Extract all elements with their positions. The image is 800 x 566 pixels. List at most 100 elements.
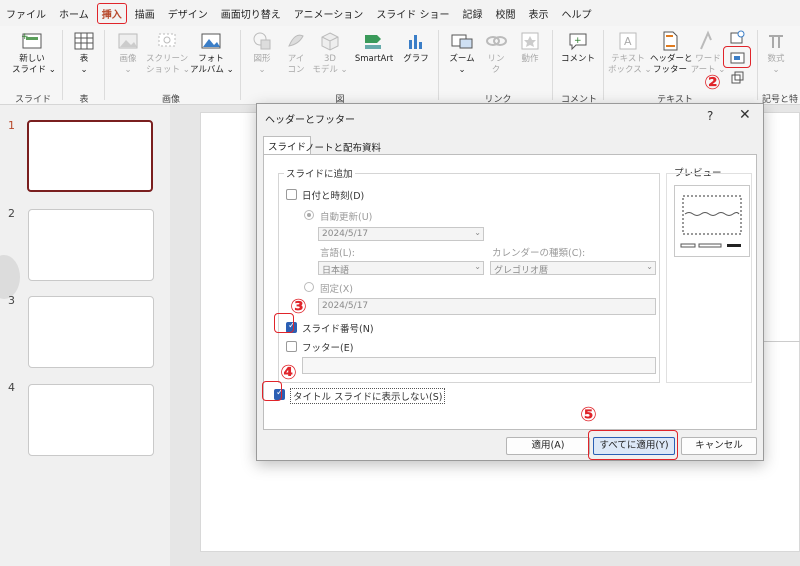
annotation-2: ② [704, 70, 721, 94]
ribbon-separator [757, 30, 758, 100]
svg-text:A: A [624, 35, 632, 48]
dont-show-on-title-label: タイトル スライドに表示しない(S) [290, 388, 446, 404]
highlight-dont-show-checkbox [262, 381, 282, 401]
comment-button[interactable]: + コメント [558, 30, 598, 65]
cube-icon [321, 32, 339, 51]
annotation-3: ③ [290, 294, 307, 318]
ribbon-separator [62, 30, 63, 100]
object-icon [731, 71, 744, 84]
smartart-icon [365, 35, 381, 49]
slide-number-label: 1 [8, 119, 15, 132]
slide-thumbnail[interactable] [28, 296, 154, 368]
header-footer-button[interactable]: ヘッダーと フッター [650, 30, 693, 76]
slide-thumbnail[interactable] [27, 120, 153, 192]
include-on-slide-label: スライドに追加 [284, 166, 355, 180]
textbox-button[interactable]: A テキスト ボックス ⌄ [608, 30, 652, 76]
tab-home[interactable]: ホーム [59, 6, 89, 21]
tab-slideshow[interactable]: スライド ショー [376, 6, 449, 21]
tab-design[interactable]: デザイン [168, 6, 208, 21]
footer-text-field[interactable] [302, 357, 656, 374]
tab-draw[interactable]: 描画 [135, 6, 155, 21]
footer-checkbox[interactable] [286, 341, 297, 352]
header-footer-icon [663, 31, 678, 51]
tab-record[interactable]: 記録 [463, 6, 483, 21]
language-label: 言語(L): [320, 248, 355, 259]
fixed-radio[interactable] [304, 282, 314, 292]
group-label-symbols: 記号と特 [762, 95, 799, 105]
ribbon-tab-bar: ファイル ホーム 挿入 描画 デザイン 画面切り替え アニメーション スライド … [0, 0, 800, 26]
tab-help[interactable]: ヘルプ [562, 6, 592, 21]
auto-update-radio[interactable] [304, 210, 314, 220]
new-slide-icon: + [21, 32, 42, 49]
slide-thumbnail[interactable] [28, 209, 154, 281]
date-time-checkbox[interactable] [286, 189, 297, 200]
zoom-button[interactable]: ズーム ⌄ [446, 30, 478, 76]
table-icon [74, 32, 94, 50]
tab-transitions[interactable]: 画面切り替え [221, 6, 281, 21]
chevron-down-icon: ⌄ [474, 262, 481, 271]
header-footer-dialog: ヘッダーとフッター ? ✕ スライド ノートと配布資料 スライドに追加 日付と時… [256, 103, 764, 461]
date-time-label: 日付と時刻(D) [302, 191, 365, 202]
photo-album-button[interactable]: フォト アルバム ⌄ [190, 30, 234, 76]
equation-button[interactable]: 数式 ⌄ [760, 30, 792, 76]
screenshot-icon [158, 33, 176, 47]
image-button[interactable]: 画像 ⌄ [112, 30, 144, 76]
auto-date-dropdown[interactable]: 2024/5/17 ⌄ [318, 227, 484, 241]
preview-slide-graphic [680, 195, 742, 248]
image-icon [118, 33, 138, 49]
photo-album-icon [201, 33, 221, 49]
slide-number-label: 3 [8, 294, 15, 307]
calendar-type-dropdown[interactable]: グレゴリオ暦 ⌄ [490, 261, 656, 276]
group-label-images: 画像 [161, 95, 180, 105]
shapes-button[interactable]: 図形 ⌄ [248, 30, 276, 76]
calendar-type-label: カレンダーの種類(C): [492, 248, 586, 259]
tab-review[interactable]: 校閲 [496, 6, 516, 21]
tab-file[interactable]: ファイル [6, 6, 46, 21]
cancel-button[interactable]: キャンセル [681, 437, 757, 455]
svg-text:+: + [574, 36, 582, 46]
dialog-title: ヘッダーとフッター [265, 115, 355, 126]
fixed-date-field[interactable]: 2024/5/17 [318, 298, 656, 315]
table-button[interactable]: 表 ⌄ [70, 30, 98, 76]
footer-label: フッター(E) [302, 343, 354, 354]
object-button[interactable] [728, 70, 746, 88]
chart-button[interactable]: グラフ [400, 30, 432, 65]
close-button[interactable]: ✕ [739, 107, 751, 123]
icons-button[interactable]: アイ コン [282, 30, 310, 76]
screenshot-button[interactable]: スクリーン ショット ⌄ [146, 30, 190, 76]
ribbon-separator [552, 30, 553, 100]
tab-animations[interactable]: アニメーション [294, 6, 364, 21]
3d-models-button[interactable]: 3D モデル ⌄ [312, 30, 348, 76]
preview-image [674, 185, 750, 257]
slide-divider [761, 341, 800, 342]
smartart-button[interactable]: SmartArt [350, 30, 398, 65]
ribbon-separator [438, 30, 439, 100]
slide-thumbnail[interactable] [28, 384, 154, 456]
action-button[interactable]: 動作 [514, 30, 546, 65]
chart-icon [409, 35, 422, 49]
chevron-down-icon: ⌄ [646, 262, 653, 271]
icons-icon [288, 34, 304, 47]
tab-insert[interactable]: 挿入 [96, 2, 127, 24]
tab-view[interactable]: 表示 [529, 6, 549, 21]
group-label-tables: 表 [79, 95, 89, 105]
zoom-icon [451, 34, 473, 49]
slide-thumbnail-pane: 1 2 3 4 [0, 105, 170, 566]
annotation-5: ⑤ [580, 402, 597, 426]
new-slide-button[interactable]: + 新しい スライド ⌄ [12, 30, 56, 76]
apply-button[interactable]: 適用(A) [506, 437, 590, 455]
highlight-slide-number-button [723, 46, 751, 68]
slide-number-label: スライド番号(N) [302, 324, 374, 335]
tab-notes-handouts[interactable]: ノートと配布資料 [301, 138, 385, 154]
link-button[interactable]: リン ク [482, 30, 510, 76]
help-button[interactable]: ? [707, 109, 713, 123]
ribbon-separator [240, 30, 241, 100]
annotation-4: ④ [280, 360, 297, 384]
language-dropdown[interactable]: 日本語 ⌄ [318, 261, 484, 276]
chevron-down-icon: ⌄ [474, 228, 481, 237]
pi-icon [769, 35, 783, 48]
star-icon [521, 32, 539, 50]
link-icon [486, 36, 507, 46]
slide-number-label: 4 [8, 381, 15, 394]
fixed-label: 固定(X) [320, 284, 353, 295]
